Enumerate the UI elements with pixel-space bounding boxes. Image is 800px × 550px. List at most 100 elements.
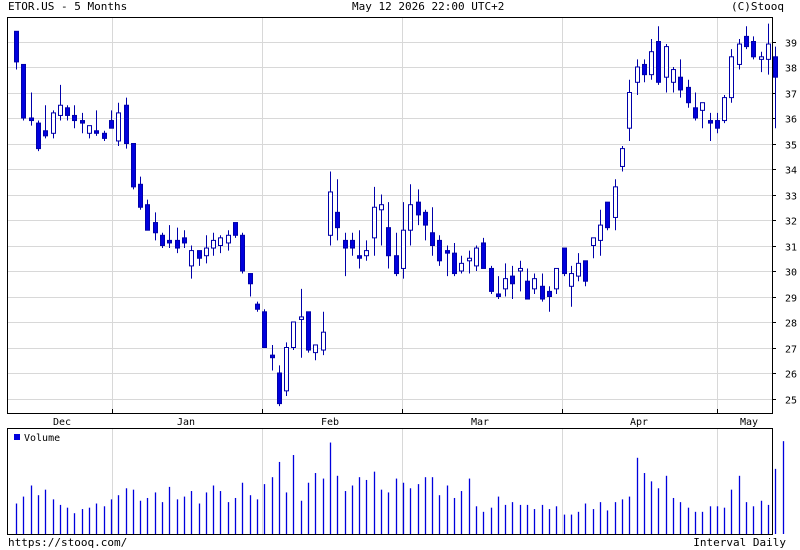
candle-down — [167, 239, 172, 244]
candle-down — [693, 107, 698, 119]
candle-up — [364, 250, 369, 257]
candle-up — [379, 204, 384, 211]
y-tick-label: 28 — [785, 319, 797, 330]
candle-down — [270, 354, 275, 359]
source-url[interactable]: https://stooq.com/ — [8, 536, 127, 550]
candle-down — [583, 260, 588, 282]
candle-up — [700, 102, 705, 111]
price-volume-chart: 25 26 27 28 29 30 31 32 33 34 35 36 37 38 39 Dec Jan Feb… — [7, 17, 797, 535]
candle-down — [175, 239, 180, 249]
candle-up — [218, 237, 223, 247]
candle-up — [211, 239, 216, 249]
candle-up — [554, 267, 559, 290]
candle-up — [116, 112, 121, 142]
candle-down — [29, 117, 34, 122]
candle-down — [65, 107, 70, 116]
candle-up — [576, 262, 581, 277]
candle-up — [613, 186, 618, 218]
candle-up — [459, 262, 464, 272]
candle-down — [102, 132, 107, 139]
candle-down — [124, 104, 129, 144]
y-tick-label: 39 — [785, 39, 797, 50]
y-tick-label: 33 — [785, 192, 797, 203]
candle-up — [328, 191, 333, 236]
volume-series — [15, 441, 785, 534]
y-tick-label: 27 — [785, 345, 797, 356]
candle-up — [649, 51, 654, 76]
candle-down — [138, 183, 143, 208]
candle-up — [401, 229, 406, 269]
candle-down — [109, 120, 114, 129]
y-tick-label: 30 — [785, 268, 797, 279]
candle-up — [518, 267, 523, 272]
y-tick-label: 34 — [785, 166, 797, 177]
y-tick-label: 26 — [785, 370, 797, 381]
candle-down — [423, 211, 428, 226]
candle-down — [656, 41, 661, 83]
candle-down — [182, 237, 187, 244]
candle-down — [197, 250, 202, 259]
candle-down — [43, 130, 48, 137]
candle-up — [532, 278, 537, 290]
candle-down — [335, 211, 340, 229]
candle-down — [496, 293, 501, 298]
candle-down — [262, 311, 267, 348]
y-tick-label: 31 — [785, 243, 797, 254]
candle-down — [547, 290, 552, 297]
candle-down — [233, 222, 238, 236]
candle-up — [189, 250, 194, 267]
candle-down — [489, 267, 494, 292]
candle-up — [467, 257, 472, 262]
candle-down — [686, 86, 691, 104]
candle-down — [437, 239, 442, 262]
candle-down — [773, 56, 778, 78]
y-tick-label: 37 — [785, 90, 797, 101]
candle-down — [357, 255, 362, 259]
candle-up — [569, 273, 574, 287]
x-tick-label: Feb — [321, 417, 339, 428]
candle-down — [394, 255, 399, 275]
candle-down — [306, 311, 311, 351]
candle-down — [525, 280, 530, 300]
candle-up — [321, 331, 326, 351]
candle-up — [51, 112, 56, 134]
candle-up — [664, 46, 669, 78]
candle-up — [627, 92, 632, 129]
candle-down — [708, 120, 713, 124]
candle-up — [299, 316, 304, 320]
candle-down — [131, 143, 136, 188]
candle-down — [562, 247, 567, 275]
candle-down — [145, 204, 150, 231]
candle-down — [277, 372, 282, 405]
candle-up — [408, 204, 413, 231]
candle-down — [240, 234, 245, 272]
candle-down — [445, 250, 450, 254]
candle-down — [744, 35, 749, 48]
volume-legend-label: Volume — [24, 433, 60, 444]
y-tick-label: 32 — [785, 217, 797, 228]
x-tick-label: Dec — [53, 417, 71, 428]
candle-down — [642, 63, 647, 76]
x-tick-label: Mar — [471, 417, 489, 428]
candle-down — [605, 201, 610, 229]
candle-down — [715, 120, 720, 129]
candle-down — [678, 76, 683, 91]
candle-down — [343, 239, 348, 249]
x-tick-label: Jan — [177, 417, 195, 428]
y-tick-label: 35 — [785, 141, 797, 152]
volume-panel-frame — [7, 428, 773, 535]
volume-legend-swatch — [14, 434, 20, 440]
candle-up — [635, 66, 640, 83]
y-tick-label: 36 — [785, 115, 797, 126]
candle-up — [204, 247, 209, 257]
candle-down — [153, 222, 158, 234]
candle-down — [36, 122, 41, 150]
candle-up — [474, 247, 479, 267]
candle-up — [620, 148, 625, 167]
candle-up — [291, 321, 296, 348]
candle-up — [226, 234, 231, 244]
candle-down — [751, 41, 756, 58]
candle-down — [80, 120, 85, 124]
x-tick-label: May — [740, 417, 758, 428]
candle-down — [430, 232, 435, 246]
